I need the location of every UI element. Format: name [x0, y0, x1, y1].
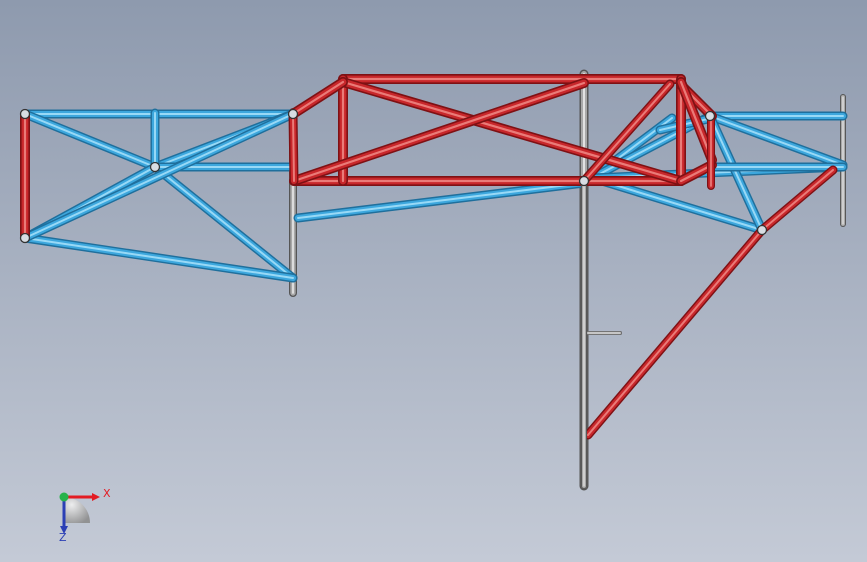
red-tube-9[interactable]	[288, 109, 299, 186]
frame-model-view[interactable]: X Z	[0, 0, 867, 562]
joint-node-6[interactable]	[756, 224, 768, 236]
joint-node-5[interactable]	[704, 110, 716, 122]
joint-node-1[interactable]	[19, 108, 31, 120]
triad-y-axis-end	[59, 492, 69, 502]
triad-x-label: X	[103, 487, 111, 500]
cad-graphics-viewport[interactable]: X Z	[0, 0, 867, 562]
triad-z-label: Z	[59, 531, 67, 544]
viewport-background	[0, 0, 867, 562]
joint-node-4[interactable]	[287, 108, 299, 120]
joint-node-7[interactable]	[578, 175, 590, 187]
joint-node-3[interactable]	[149, 161, 161, 173]
joint-node-2[interactable]	[19, 232, 31, 244]
